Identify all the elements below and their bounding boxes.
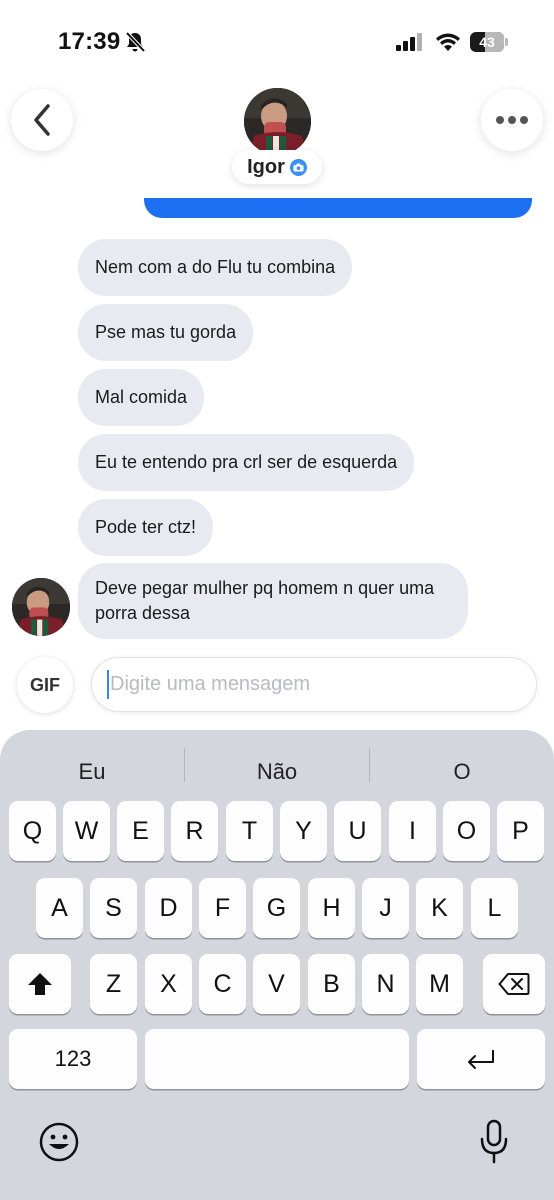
key-s[interactable]: S: [90, 878, 137, 938]
key-p[interactable]: P: [497, 801, 544, 861]
return-icon: [468, 1050, 494, 1069]
message-bubble[interactable]: Nem com a do Flu tu combina: [78, 239, 353, 296]
contact-name-pill[interactable]: Igor: [232, 150, 322, 184]
return-key[interactable]: [417, 1029, 545, 1089]
message-bubble[interactable]: Deve pegar mulher pq homem n quer uma po…: [78, 563, 468, 639]
backspace-icon: [498, 973, 530, 995]
key-e[interactable]: E: [117, 801, 164, 861]
suggestion-3[interactable]: O: [370, 752, 554, 792]
key-g[interactable]: G: [253, 878, 300, 938]
avatar-photo: [12, 578, 70, 636]
bell-slash-icon: [125, 31, 146, 53]
message-bubble[interactable]: Eu te entendo pra crl ser de esquerda: [78, 434, 415, 491]
wifi-icon: [436, 33, 460, 51]
sender-avatar[interactable]: [12, 578, 70, 636]
key-o[interactable]: O: [443, 801, 490, 861]
contact-name: Igor: [247, 155, 285, 178]
key-y[interactable]: Y: [280, 801, 327, 861]
key-x[interactable]: X: [145, 954, 192, 1014]
message-bubble[interactable]: Mal comida: [78, 369, 205, 426]
key-c[interactable]: C: [199, 954, 246, 1014]
key-u[interactable]: U: [334, 801, 381, 861]
avatar-photo: [244, 88, 311, 155]
key-t[interactable]: T: [226, 801, 273, 861]
sent-message-bubble[interactable]: [144, 198, 532, 218]
key-f[interactable]: F: [199, 878, 246, 938]
emoji-button[interactable]: [38, 1121, 80, 1163]
key-d[interactable]: D: [145, 878, 192, 938]
key-r[interactable]: R: [171, 801, 218, 861]
key-z[interactable]: Z: [90, 954, 137, 1014]
key-b[interactable]: B: [308, 954, 355, 1014]
key-m[interactable]: M: [416, 954, 463, 1014]
dictation-button[interactable]: [477, 1119, 511, 1165]
message-input[interactable]: [91, 657, 537, 712]
message-bubble[interactable]: Pode ter ctz!: [78, 499, 214, 556]
key-q[interactable]: Q: [9, 801, 56, 861]
battery-percent: 43: [479, 34, 495, 50]
keyboard: Eu Não O Q W E R T Y U I O P A S D F G H…: [0, 730, 554, 1200]
microphone-icon: [480, 1119, 508, 1164]
battery-icon: 43: [470, 32, 508, 52]
cellular-signal-icon: [396, 33, 422, 51]
chevron-left-icon: [34, 104, 50, 136]
key-v[interactable]: V: [253, 954, 300, 1014]
emoji-icon: [39, 1122, 79, 1162]
status-time: 17:39: [58, 28, 121, 55]
numbers-key[interactable]: 123: [9, 1029, 137, 1089]
backspace-key[interactable]: [483, 954, 545, 1014]
key-l[interactable]: L: [471, 878, 518, 938]
back-button[interactable]: [11, 89, 73, 151]
ellipsis-icon: [496, 116, 528, 124]
status-bar: 17:39 43: [0, 0, 554, 80]
key-a[interactable]: A: [36, 878, 83, 938]
shift-icon: [28, 973, 52, 995]
message-bubble[interactable]: Pse mas tu gorda: [78, 304, 254, 361]
shift-key[interactable]: [9, 954, 71, 1014]
gif-button[interactable]: GIF: [17, 657, 73, 713]
suggestion-1[interactable]: Eu: [0, 752, 184, 792]
key-w[interactable]: W: [63, 801, 110, 861]
camera-badge-icon: [289, 158, 307, 176]
text-cursor: [107, 670, 109, 699]
key-k[interactable]: K: [416, 878, 463, 938]
key-j[interactable]: J: [362, 878, 409, 938]
key-n[interactable]: N: [362, 954, 409, 1014]
contact-avatar[interactable]: [244, 88, 311, 155]
space-key[interactable]: [145, 1029, 409, 1089]
suggestion-2[interactable]: Não: [185, 752, 369, 792]
more-options-button[interactable]: [481, 89, 543, 151]
key-i[interactable]: I: [389, 801, 436, 861]
key-h[interactable]: H: [308, 878, 355, 938]
